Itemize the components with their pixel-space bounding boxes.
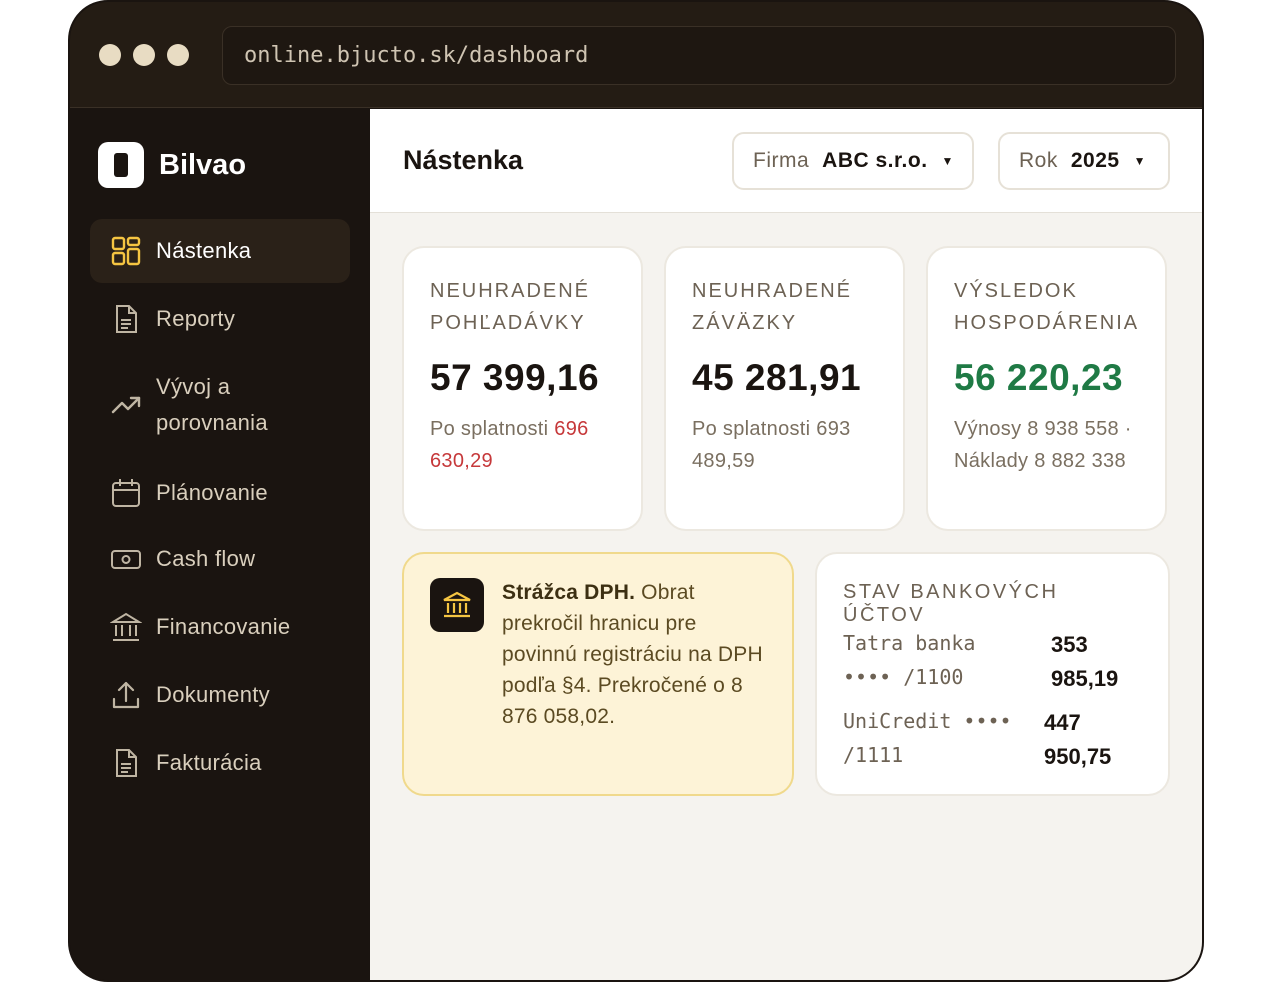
trend-up-icon xyxy=(111,396,141,414)
window-maximize-dot[interactable] xyxy=(167,44,189,66)
sidebar-item-cashflow[interactable]: Cash flow xyxy=(90,527,350,591)
sidebar-item-label: Cash flow xyxy=(156,546,256,571)
kpi-card-pohladavky[interactable]: NEUHRADENÉ POHĽADÁVKY 57 399,16 Po splat… xyxy=(402,246,643,531)
brand[interactable]: Bilvao xyxy=(98,142,246,188)
rok-select-value: 2025 xyxy=(1070,149,1120,172)
kpi-label: NEUHRADENÉ ZÁVÄZKY xyxy=(692,280,853,334)
sidebar-item-label: Fakturácia xyxy=(156,750,262,775)
sidebar-item-fakturacia[interactable]: Fakturácia xyxy=(90,731,350,795)
kpi-label: VÝSLEDOK HOSPODÁRENIA xyxy=(954,280,1140,334)
kpi-value: 57 399,16 xyxy=(430,357,600,398)
bank-account-row[interactable]: UniCredit •••• /1111 447 950,75 xyxy=(843,704,1143,772)
kpi-sub-prefix: Po splatnosti xyxy=(430,418,555,440)
kpi-card-vysledok[interactable]: VÝSLEDOK HOSPODÁRENIA 56 220,23 Výnosy 8… xyxy=(926,246,1167,531)
dashboard-grid-icon xyxy=(111,236,141,266)
sidebar-item-financovanie[interactable]: Financovanie xyxy=(90,595,350,659)
sidebar-item-label: Reporty xyxy=(156,306,236,331)
firma-select[interactable]: Firma ABC s.r.o. ▼ xyxy=(732,132,974,190)
bank-account-name: UniCredit •••• /1111 xyxy=(843,709,1012,767)
banknote-icon xyxy=(111,550,141,569)
kpi-value: 45 281,91 xyxy=(692,357,862,398)
kpi-sub-prefix: Po splatnosti xyxy=(692,418,817,440)
kpi-card-zavazky[interactable]: NEUHRADENÉ ZÁVÄZKY 45 281,91 Po splatnos… xyxy=(664,246,905,531)
rok-select-label: Rok xyxy=(1019,149,1058,172)
calendar-icon xyxy=(112,479,140,507)
browser-window: online.bjucto.sk/dashboard Bilvao Násten… xyxy=(68,0,1204,982)
sidebar-item-label: Nástenka xyxy=(156,238,252,263)
vat-alert-text: Strážca DPH. Obrat prekročil hranicu pre… xyxy=(502,577,764,732)
page-header: Nástenka Firma ABC s.r.o. ▼ Rok 2025 ▼ xyxy=(370,109,1202,213)
sidebar-item-label: Vývoj a porovnania xyxy=(156,374,268,435)
bank-accounts-title: STAV BANKOVÝCH ÚČTOV xyxy=(843,581,1059,626)
sidebar-item-label: Dokumenty xyxy=(156,682,270,707)
bank-account-amount: 447 950,75 xyxy=(1044,710,1112,769)
kpi-sub: Výnosy 8 938 558 · Náklady 8 882 338 xyxy=(954,418,1132,472)
window-close-dot[interactable] xyxy=(99,44,121,66)
bank-account-amount: 353 985,19 xyxy=(1051,632,1119,691)
kpi-sub: Po splatnosti 693 489,59 xyxy=(692,413,877,477)
main-content: Nástenka Firma ABC s.r.o. ▼ Rok 2025 ▼ N… xyxy=(370,109,1202,980)
bank-icon xyxy=(110,612,142,641)
bank-account-row[interactable]: Tatra banka •••• /1100 353 985,19 xyxy=(843,626,1143,694)
sidebar-item-planovanie[interactable]: Plánovanie xyxy=(90,461,350,525)
sidebar-item-vyvoj[interactable]: Vývoj a porovnania xyxy=(90,355,350,455)
brand-logo-icon xyxy=(98,142,144,188)
browser-titlebar: online.bjucto.sk/dashboard xyxy=(70,2,1202,108)
upload-icon xyxy=(112,681,140,709)
invoice-icon xyxy=(116,749,137,777)
rok-select[interactable]: Rok 2025 ▼ xyxy=(998,132,1170,190)
bank-accounts-card: STAV BANKOVÝCH ÚČTOV Tatra banka •••• /1… xyxy=(815,552,1170,796)
bank-account-name: Tatra banka •••• /1100 xyxy=(843,631,976,689)
sidebar-item-dokumenty[interactable]: Dokumenty xyxy=(90,663,350,727)
sidebar-item-label: Plánovanie xyxy=(156,480,268,505)
bank-icon xyxy=(430,578,484,632)
vat-alert: Strážca DPH. Obrat prekročil hranicu pre… xyxy=(402,552,794,796)
sidebar-item-nastenka[interactable]: Nástenka xyxy=(90,219,350,283)
sidebar-item-reporty[interactable]: Reporty xyxy=(90,287,350,351)
kpi-sub: Po splatnosti 696 630,29 xyxy=(430,413,615,477)
firma-select-label: Firma xyxy=(753,149,810,172)
firma-select-value: ABC s.r.o. xyxy=(822,149,928,172)
address-bar[interactable]: online.bjucto.sk/dashboard xyxy=(222,26,1176,85)
brand-name: Bilvao xyxy=(159,148,247,181)
sidebar: Bilvao Nástenka Reporty Vývoj a porovnan… xyxy=(70,109,370,980)
kpi-label: NEUHRADENÉ POHĽADÁVKY xyxy=(430,280,591,334)
window-minimize-dot[interactable] xyxy=(133,44,155,66)
kpi-value: 56 220,23 xyxy=(954,357,1124,398)
document-icon xyxy=(116,305,137,333)
sidebar-item-label: Financovanie xyxy=(156,614,291,639)
vat-alert-title: Strážca DPH. xyxy=(502,581,636,604)
chevron-down-icon: ▼ xyxy=(941,154,954,168)
chevron-down-icon: ▼ xyxy=(1133,154,1146,168)
page-title: Nástenka xyxy=(403,145,524,175)
